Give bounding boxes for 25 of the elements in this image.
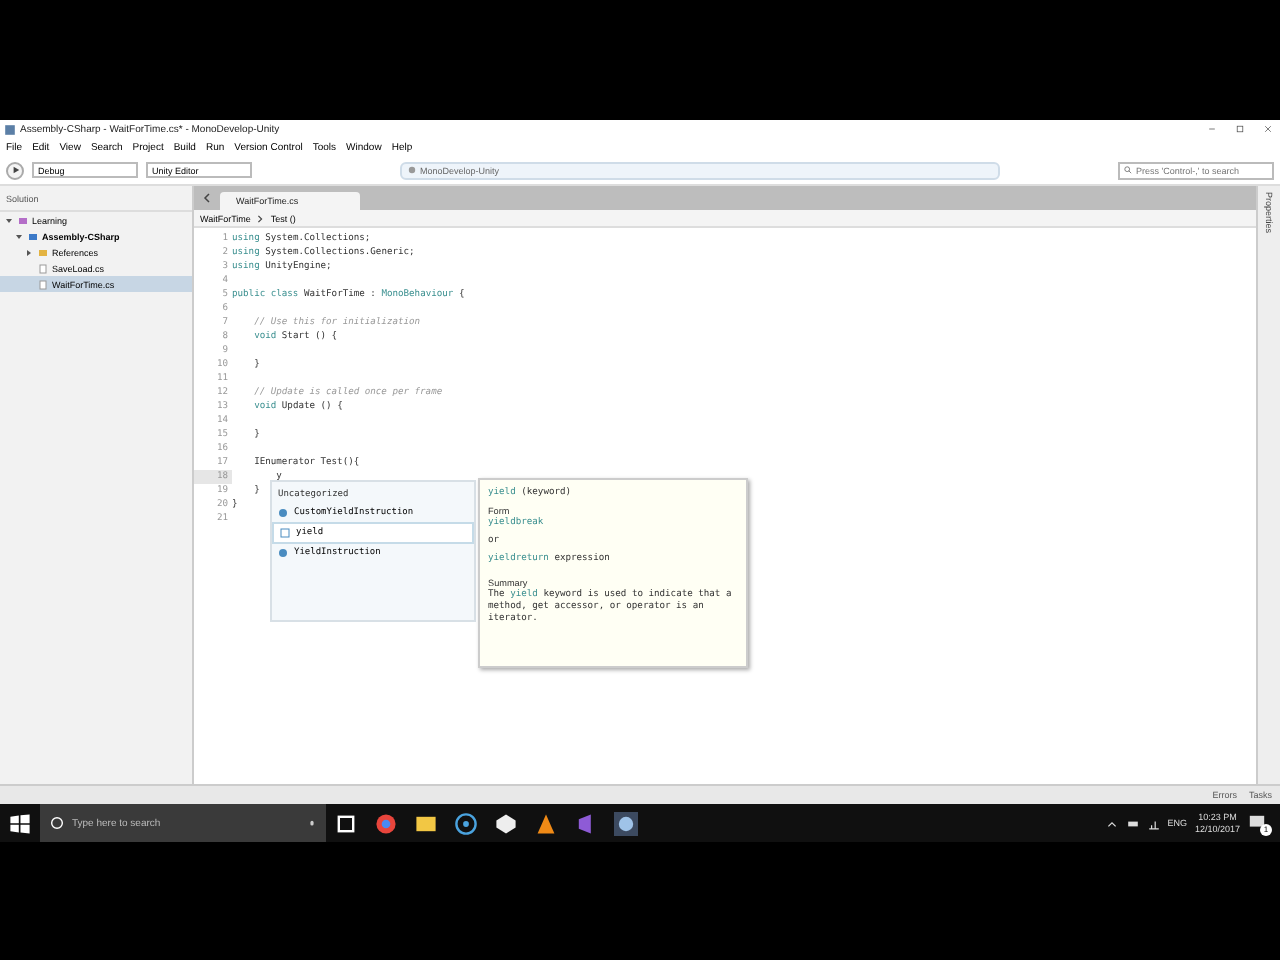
collapsed-icon — [24, 247, 34, 257]
battery-icon — [1125, 817, 1140, 829]
class-icon — [278, 548, 288, 558]
search-icon — [1124, 166, 1132, 174]
disc-icon[interactable] — [454, 811, 478, 835]
task-view-icon[interactable] — [334, 811, 358, 835]
network-icon — [1147, 817, 1160, 829]
class-icon — [278, 508, 288, 518]
project-icon — [28, 231, 38, 241]
browser-icon[interactable] — [374, 811, 398, 835]
run-button[interactable] — [6, 161, 24, 179]
folder-icon[interactable] — [414, 811, 438, 835]
message-icon — [1248, 813, 1266, 831]
windows-icon[interactable] — [8, 811, 32, 835]
play-icon — [11, 166, 19, 174]
cube-icon[interactable] — [494, 811, 518, 835]
keyword-icon — [280, 528, 290, 538]
back-icon[interactable] — [202, 192, 212, 204]
cone-icon[interactable] — [534, 811, 558, 835]
app-icon — [4, 123, 16, 135]
folder-icon — [38, 247, 48, 257]
status-icon — [408, 166, 416, 174]
chevron-icon — [256, 213, 265, 223]
chevron-up-icon — [1105, 817, 1118, 829]
solution-icon — [18, 215, 28, 225]
